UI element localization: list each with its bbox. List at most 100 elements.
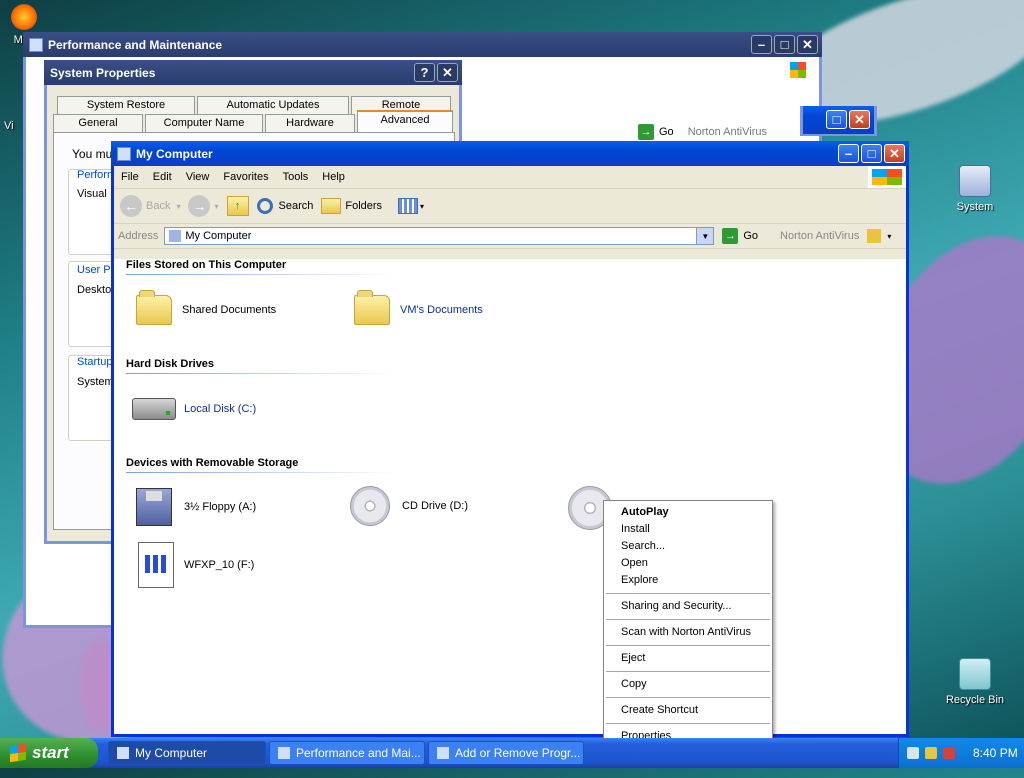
item-label: WFXP_10 (F:): [184, 559, 255, 571]
menu-item-scan-norton[interactable]: Scan with Norton AntiVirus: [604, 624, 772, 641]
network-icon[interactable]: [907, 747, 919, 759]
minimize-button[interactable]: –: [838, 144, 859, 163]
task-label: Add or Remove Progr...: [455, 746, 581, 760]
back-label: Back: [146, 200, 171, 212]
menu-tools[interactable]: Tools: [276, 171, 316, 183]
title-bar[interactable]: My Computer – □ ✕: [111, 141, 909, 166]
minimize-button[interactable]: –: [751, 35, 772, 54]
clock[interactable]: 8:40 PM: [973, 746, 1018, 760]
tab-hardware[interactable]: Hardware: [265, 114, 355, 132]
title-bar[interactable]: □ ✕: [803, 106, 874, 134]
my-computer-window: My Computer – □ ✕ File Edit View Favorit…: [111, 141, 909, 737]
go-icon[interactable]: →: [638, 124, 654, 140]
tab-system-restore[interactable]: System Restore: [57, 96, 195, 114]
menu-separator: [606, 723, 770, 724]
add-remove-programs-icon: [437, 747, 449, 759]
menu-favorites[interactable]: Favorites: [216, 171, 275, 183]
norton-toolbar-label[interactable]: Norton AntiVirus: [688, 126, 767, 138]
close-button[interactable]: ✕: [797, 35, 818, 54]
go-button[interactable]: Go: [743, 230, 758, 242]
close-button[interactable]: ✕: [437, 63, 458, 82]
floppy-drive-icon: [136, 488, 172, 526]
back-button[interactable]: ← Back ▾: [120, 195, 180, 217]
taskbar: start My Computer Performance and Mai...…: [0, 738, 1024, 768]
forward-button[interactable]: → ▾: [188, 195, 219, 217]
title-bar[interactable]: Performance and Maintenance – □ ✕: [23, 32, 822, 57]
menu-item-create-shortcut[interactable]: Create Shortcut: [604, 702, 772, 719]
desktop-icon-recycle-bin[interactable]: Recycle Bin: [940, 658, 1010, 706]
security-shield-icon[interactable]: [943, 747, 955, 759]
folders-button[interactable]: Folders: [321, 198, 382, 214]
group-divider: [126, 472, 396, 473]
forward-arrow-icon: →: [188, 195, 211, 217]
start-button[interactable]: start: [0, 738, 98, 768]
list-item-vms-documents[interactable]: VM's Documents: [354, 290, 483, 325]
menu-help[interactable]: Help: [315, 171, 352, 183]
my-computer-icon: [117, 747, 129, 759]
go-button[interactable]: Go: [659, 126, 674, 138]
address-input[interactable]: My Computer ▼: [164, 227, 715, 245]
item-label: CD Drive (D:): [402, 500, 468, 512]
list-item-cd-drive[interactable]: CD Drive (D:): [350, 486, 468, 526]
tab-computer-name[interactable]: Computer Name: [145, 114, 263, 132]
list-item-local-disk[interactable]: Local Disk (C:): [132, 398, 256, 420]
advanced-tab-note: You mu: [72, 147, 113, 161]
task-label: Performance and Mai...: [296, 746, 421, 760]
list-item-shared-documents[interactable]: Shared Documents: [136, 290, 276, 325]
menu-item-autoplay[interactable]: AutoPlay: [604, 504, 772, 521]
search-button[interactable]: Search: [256, 198, 313, 214]
title-bar[interactable]: System Properties ? ✕: [44, 60, 462, 85]
windows-logo-icon: [779, 59, 817, 81]
menu-edit[interactable]: Edit: [146, 171, 179, 183]
help-button[interactable]: ?: [414, 63, 435, 82]
menu-file[interactable]: File: [114, 171, 146, 183]
chevron-down-icon: ▾: [214, 201, 219, 211]
menu-item-sharing-security[interactable]: Sharing and Security...: [604, 598, 772, 615]
toolbar: ← Back ▾ → ▾ ↑ Search Folders ▾: [114, 189, 906, 224]
window-title: My Computer: [136, 146, 213, 161]
left-desktop-labels: Vi: [4, 120, 24, 132]
menu-separator: [606, 593, 770, 594]
menu-bar: File Edit View Favorites Tools Help: [114, 166, 906, 189]
list-item-wfxp[interactable]: WFXP_10 (F:): [138, 542, 254, 588]
menu-view[interactable]: View: [179, 171, 217, 183]
menu-separator: [606, 697, 770, 698]
desktop-icon-label: Recycle Bin: [945, 694, 1005, 706]
menu-item-open[interactable]: Open: [604, 555, 772, 572]
close-button[interactable]: ✕: [849, 110, 870, 129]
control-panel-icon: [29, 37, 43, 52]
maximize-button[interactable]: □: [826, 110, 847, 129]
firefox-icon: [11, 4, 37, 30]
menu-item-search[interactable]: Search...: [604, 538, 772, 555]
tab-advanced[interactable]: Advanced: [357, 110, 453, 132]
menu-item-eject[interactable]: Eject: [604, 650, 772, 667]
chevron-down-icon[interactable]: ▾: [887, 232, 891, 241]
close-button[interactable]: ✕: [884, 144, 905, 163]
up-button[interactable]: ↑: [226, 196, 249, 216]
folders-icon: [321, 198, 342, 214]
chevron-down-icon[interactable]: ▼: [696, 228, 714, 244]
item-label: 3½ Floppy (A:): [184, 501, 257, 513]
menu-item-explore[interactable]: Explore: [604, 572, 772, 589]
menu-item-copy[interactable]: Copy: [604, 676, 772, 693]
search-icon: [256, 198, 273, 214]
group-heading: Hard Disk Drives: [126, 358, 215, 370]
maximize-button[interactable]: □: [861, 144, 882, 163]
norton-icon[interactable]: [867, 229, 882, 243]
tab-general[interactable]: General: [53, 114, 143, 132]
tab-automatic-updates[interactable]: Automatic Updates: [197, 96, 349, 114]
context-menu: AutoPlay Install Search... Open Explore …: [603, 500, 773, 746]
maximize-button[interactable]: □: [774, 35, 795, 54]
taskbar-item-performance[interactable]: Performance and Mai...: [269, 741, 425, 765]
norton-toolbar-label[interactable]: Norton AntiVirus: [780, 230, 859, 242]
menu-item-install[interactable]: Install: [604, 521, 772, 538]
chevron-down-icon: ▾: [176, 201, 181, 211]
taskbar-item-my-computer[interactable]: My Computer: [108, 741, 266, 765]
go-icon[interactable]: →: [722, 228, 739, 244]
desktop-icon-system[interactable]: System: [945, 165, 1005, 213]
windows-logo-icon: [868, 166, 906, 188]
norton-icon[interactable]: [925, 747, 937, 759]
taskbar-item-add-remove[interactable]: Add or Remove Progr...: [428, 741, 584, 765]
views-button[interactable]: ▾: [398, 198, 424, 214]
list-item-floppy[interactable]: 3½ Floppy (A:): [136, 488, 256, 526]
